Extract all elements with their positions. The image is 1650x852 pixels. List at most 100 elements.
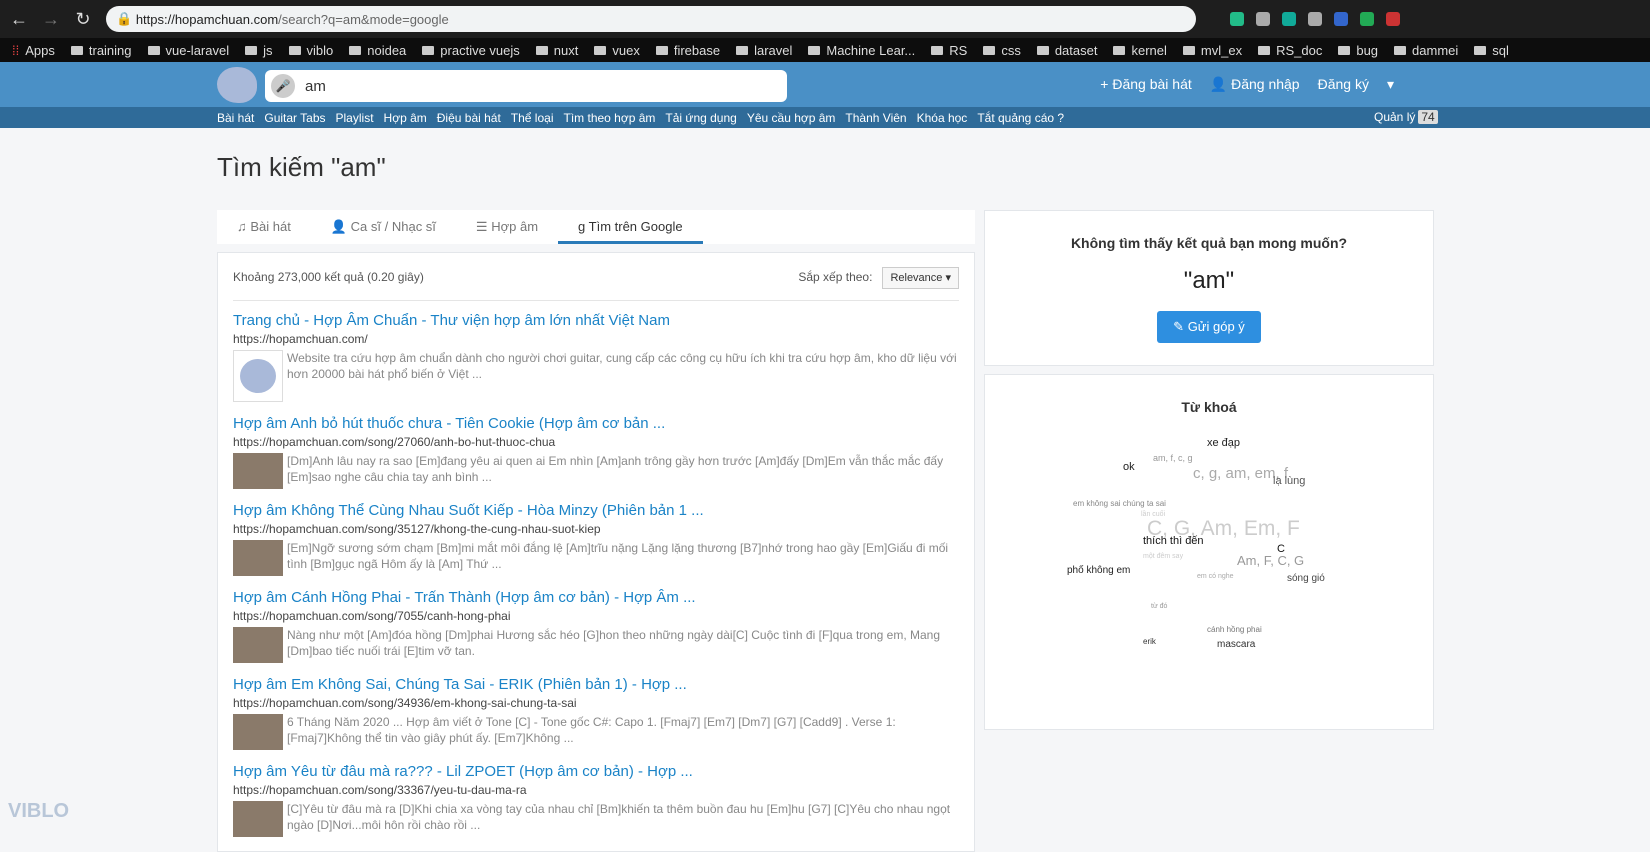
apps-shortcut[interactable]: ⁞⁞ Apps: [12, 43, 55, 58]
keyword-tag[interactable]: em có nghe: [1197, 573, 1234, 580]
bookmark-folder[interactable]: vue-laravel: [147, 43, 229, 58]
keyword-tag[interactable]: Am, F, C, G: [1237, 553, 1304, 568]
nav-item[interactable]: Yêu cầu hợp âm: [747, 111, 836, 125]
search-tabs: ♫ Bài hát 👤 Ca sĩ / Nhạc sĩ ☰ Hợp âm g T…: [217, 210, 975, 244]
nav-item[interactable]: Hợp âm: [384, 111, 427, 125]
result-url: https://hopamchuan.com/song/33367/yeu-tu…: [233, 783, 527, 797]
login-link[interactable]: 👤 Đăng nhập: [1210, 76, 1300, 93]
result-title-link[interactable]: Hợp âm Em Không Sai, Chúng Ta Sai - ERIK…: [233, 675, 959, 695]
search-result: Hợp âm Yêu từ đâu mà ra??? - Lil ZPOET (…: [233, 762, 959, 837]
bookmark-folder[interactable]: laravel: [736, 43, 792, 58]
nav-item[interactable]: Playlist: [336, 111, 374, 125]
tab-google[interactable]: g Tìm trên Google: [558, 210, 703, 244]
nav-item[interactable]: Thể loại: [511, 111, 554, 125]
forward-icon[interactable]: →: [42, 9, 60, 30]
back-icon[interactable]: ←: [10, 9, 28, 30]
folder-icon: [288, 45, 301, 55]
nav-item[interactable]: Điệu bài hát: [437, 111, 501, 125]
post-song-link[interactable]: + Đăng bài hát: [1100, 76, 1191, 93]
search-input[interactable]: 🎤 am: [265, 70, 787, 102]
keyword-tag[interactable]: am, f, c, g: [1153, 453, 1193, 463]
extension-icon[interactable]: [1230, 12, 1244, 26]
reload-icon[interactable]: ↻: [74, 9, 92, 30]
bookmark-folder[interactable]: vuex: [594, 43, 640, 58]
bookmark-folder[interactable]: firebase: [655, 43, 720, 58]
result-title-link[interactable]: Hợp âm Không Thể Cùng Nhau Suốt Kiếp - H…: [233, 501, 959, 521]
result-snippet: Nàng như một [Am]đóa hồng [Dm]phai Hương…: [287, 628, 941, 658]
keyword-tag[interactable]: lạ lùng: [1273, 475, 1305, 487]
register-link[interactable]: Đăng ký: [1318, 76, 1369, 93]
bookmark-folder[interactable]: bug: [1338, 43, 1378, 58]
address-bar[interactable]: 🔒 https://hopamchuan.com/search?q=am&mod…: [106, 6, 1196, 32]
nav-item[interactable]: Tắt quảng cáo ?: [977, 111, 1064, 125]
bookmark-folder[interactable]: css: [983, 43, 1021, 58]
apps-grid-icon: ⁞⁞: [12, 42, 20, 58]
keyword-tag[interactable]: một đêm say: [1143, 553, 1183, 560]
extension-icon[interactable]: [1334, 12, 1348, 26]
result-snippet: [Em]Ngỡ sương sớm chạm [Bm]mi mắt môi đắ…: [287, 541, 949, 571]
bookmark-folder[interactable]: practive vuejs: [422, 43, 520, 58]
bookmark-folder[interactable]: nuxt: [535, 43, 578, 58]
bookmark-folder[interactable]: training: [70, 43, 132, 58]
nav-item[interactable]: Khóa học: [917, 111, 968, 125]
keyword-tag[interactable]: xe đạp: [1207, 437, 1240, 449]
bookmark-folder[interactable]: dammei: [1394, 43, 1458, 58]
nav-item[interactable]: Thành Viên: [845, 111, 906, 125]
tab-chords[interactable]: ☰ Hợp âm: [456, 210, 558, 244]
result-url: https://hopamchuan.com/song/7055/canh-ho…: [233, 609, 511, 623]
nav-item[interactable]: Bài hát: [217, 111, 254, 125]
search-value: am: [305, 77, 326, 95]
nav-item[interactable]: Tìm theo hợp âm: [564, 111, 656, 125]
keyword-tag[interactable]: thích thì đến: [1143, 535, 1204, 547]
result-title-link[interactable]: Trang chủ - Hợp Âm Chuẩn - Thư viện hợp …: [233, 311, 959, 331]
search-result: Hợp âm Cánh Hồng Phai - Trấn Thành (Hợp …: [233, 588, 959, 663]
keyword-tag[interactable]: ok: [1123, 461, 1135, 473]
extension-icon[interactable]: [1256, 12, 1270, 26]
extension-icon[interactable]: [1360, 12, 1374, 26]
folder-icon: [245, 45, 258, 55]
keyword-tag[interactable]: cánh hồng phai: [1207, 625, 1262, 634]
extensions: [1230, 12, 1400, 26]
keyword-tag[interactable]: phố không em: [1067, 565, 1130, 576]
bookmark-folder[interactable]: js: [245, 43, 273, 58]
result-snippet: Website tra cứu hợp âm chuẩn dành cho ng…: [287, 351, 957, 381]
extension-icon[interactable]: [1308, 12, 1322, 26]
result-title-link[interactable]: Hợp âm Cánh Hồng Phai - Trấn Thành (Hợp …: [233, 588, 959, 608]
manage-link[interactable]: Quản lý 74: [1374, 110, 1438, 124]
viblo-watermark: VIBLO: [8, 800, 70, 822]
tab-songs[interactable]: ♫ Bài hát: [217, 210, 311, 244]
keyword-tag[interactable]: mascara: [1217, 639, 1255, 650]
page-title: Tìm kiếm "am": [217, 152, 386, 182]
result-thumbnail: [233, 350, 283, 402]
nav-item[interactable]: Tải ứng dụng: [665, 111, 736, 125]
nav-item[interactable]: Guitar Tabs: [264, 111, 325, 125]
url-host: https://hopamchuan.com: [135, 11, 279, 27]
extension-icon[interactable]: [1386, 12, 1400, 26]
feedback-query: "am": [1183, 267, 1235, 294]
folder-icon: [1338, 45, 1351, 55]
bookmark-folder[interactable]: viblo: [288, 43, 333, 58]
bookmark-folder[interactable]: sql: [1474, 43, 1509, 58]
keyword-tag[interactable]: erik: [1143, 637, 1156, 646]
keyword-tag[interactable]: sóng gió: [1287, 573, 1325, 584]
sort-select[interactable]: Relevance ▾: [882, 266, 959, 289]
bookmark-folder[interactable]: RS_doc: [1258, 43, 1322, 58]
keyword-tag[interactable]: từ đó: [1151, 603, 1167, 610]
site-logo[interactable]: [217, 67, 257, 103]
result-title-link[interactable]: Hợp âm Anh bỏ hút thuốc chưa - Tiên Cook…: [233, 414, 959, 434]
tab-artists[interactable]: 👤 Ca sĩ / Nhạc sĩ: [311, 210, 456, 244]
bookmark-folder[interactable]: kernel: [1113, 43, 1167, 58]
keyword-tag[interactable]: em không sai chúng ta sai: [1073, 499, 1166, 508]
extension-icon[interactable]: [1282, 12, 1296, 26]
bookmark-folder[interactable]: RS: [931, 43, 967, 58]
result-snippet: [Dm]Anh lâu nay ra sao [Em]đang yêu ai q…: [287, 454, 944, 484]
dropdown-caret-icon[interactable]: ▾: [1387, 76, 1394, 93]
bookmark-folder[interactable]: mvl_ex: [1182, 43, 1242, 58]
send-feedback-button[interactable]: ✎ Gửi góp ý: [1157, 311, 1261, 343]
bookmark-folder[interactable]: noidea: [349, 43, 406, 58]
microphone-icon[interactable]: 🎤: [271, 74, 295, 98]
bookmark-folder[interactable]: dataset: [1036, 43, 1097, 58]
folder-icon: [808, 45, 821, 55]
bookmark-folder[interactable]: Machine Lear...: [808, 43, 915, 58]
result-title-link[interactable]: Hợp âm Yêu từ đâu mà ra??? - Lil ZPOET (…: [233, 762, 959, 782]
